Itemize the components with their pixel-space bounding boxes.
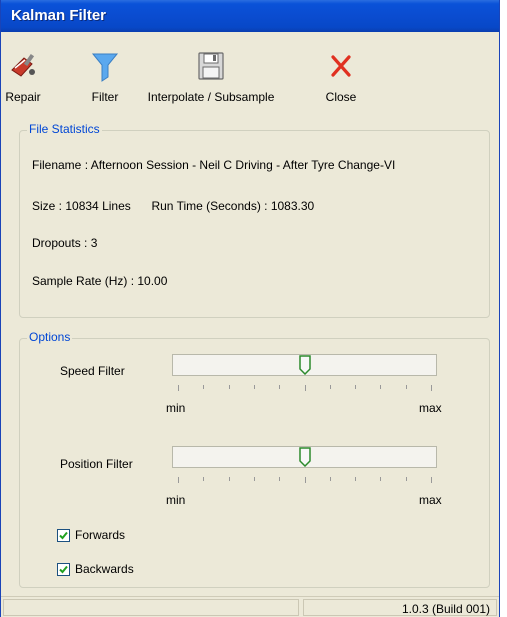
filename-value: Afternoon Session - Neil C Driving - Aft…: [90, 158, 396, 172]
options-legend: Options: [27, 330, 73, 344]
size-label: Size :: [32, 199, 63, 213]
position-filter-label: Position Filter: [60, 457, 133, 471]
status-pane-version: 1.0.3 (Build 001): [303, 599, 497, 616]
repair-icon: [7, 50, 39, 82]
slider-tick: [406, 385, 407, 389]
floppy-disk-icon: [195, 50, 227, 82]
forwards-checkbox[interactable]: [57, 529, 70, 542]
slider-tick: [254, 385, 255, 389]
slider-tick: [380, 477, 381, 481]
interpolate-subsample-label: Interpolate / Subsample: [147, 90, 275, 104]
window-title: Kalman Filter: [11, 7, 107, 24]
slider-tick: [279, 477, 280, 481]
slider-tick: [431, 477, 432, 483]
dropouts-value: 3: [90, 236, 98, 250]
slider-tick: [406, 477, 407, 481]
speed-filter-label: Speed Filter: [60, 364, 125, 378]
sample-rate-label: Sample Rate (Hz) :: [32, 274, 135, 288]
slider-tick: [330, 385, 331, 389]
status-bar: 1.0.3 (Build 001): [1, 596, 499, 617]
close-label: Close: [325, 90, 357, 104]
runtime-label: Run Time (Seconds) :: [151, 199, 268, 213]
forwards-label[interactable]: Forwards: [75, 528, 125, 542]
backwards-checkbox[interactable]: [57, 563, 70, 576]
slider-tick: [254, 477, 255, 481]
filter-label: Filter: [91, 90, 119, 104]
slider-tick: [279, 385, 280, 389]
repair-button[interactable]: Repair: [5, 50, 41, 104]
dropouts-row: Dropouts : 3: [32, 236, 97, 250]
size-value: 10834 Lines: [65, 199, 131, 213]
title-bar[interactable]: Kalman Filter: [1, 0, 499, 32]
slider-tick: [305, 385, 306, 391]
slider-tick: [229, 385, 230, 389]
backwards-label[interactable]: Backwards: [75, 562, 134, 576]
sample-rate-value: 10.00: [137, 274, 168, 288]
dropouts-label: Dropouts :: [32, 236, 88, 250]
slider-tick: [229, 477, 230, 481]
slider-tick: [355, 385, 356, 389]
slider-tick: [203, 477, 204, 481]
sample-rate-row: Sample Rate (Hz) : 10.00: [32, 274, 167, 288]
filter-icon: [89, 50, 121, 82]
slider-tick: [380, 385, 381, 389]
slider-tick: [178, 385, 179, 391]
filename-label: Filename :: [32, 158, 89, 172]
position-filter-min-label: min: [166, 493, 186, 507]
slider-tick: [178, 477, 179, 483]
slider-tick: [431, 385, 432, 391]
close-icon: [325, 50, 357, 82]
filename-row: Filename : Afternoon Session - Neil C Dr…: [32, 158, 395, 172]
version-text: 1.0.3 (Build 001): [401, 602, 490, 616]
slider-tick: [355, 477, 356, 481]
slider-tick: [305, 477, 306, 483]
file-statistics-group: File Statistics Filename : Afternoon Ses…: [19, 122, 490, 318]
size-row: Size : 10834 Lines Run Time (Seconds) : …: [32, 199, 314, 213]
position-filter-thumb[interactable]: [299, 447, 311, 467]
interpolate-subsample-button[interactable]: Interpolate / Subsample: [141, 50, 281, 104]
repair-label: Repair: [5, 90, 41, 104]
file-statistics-legend: File Statistics: [27, 122, 102, 136]
runtime-value: 1083.30: [270, 199, 315, 213]
speed-filter-min-label: min: [166, 401, 186, 415]
position-filter-max-label: max: [419, 493, 442, 507]
options-group: Options Speed Filter min max Position Fi…: [19, 330, 490, 588]
close-button[interactable]: Close: [321, 50, 361, 104]
toolbar: Repair Filter Interpolate / Subsample Cl…: [1, 32, 499, 116]
speed-filter-max-label: max: [419, 401, 442, 415]
filter-button[interactable]: Filter: [87, 50, 123, 104]
position-filter-slider[interactable]: [172, 446, 437, 468]
speed-filter-thumb[interactable]: [299, 355, 311, 375]
slider-tick: [203, 385, 204, 389]
slider-tick: [330, 477, 331, 481]
speed-filter-slider[interactable]: [172, 354, 437, 376]
kalman-filter-window: Kalman Filter Repair Filter Interpolate …: [0, 0, 500, 617]
status-pane-main: [3, 599, 299, 616]
